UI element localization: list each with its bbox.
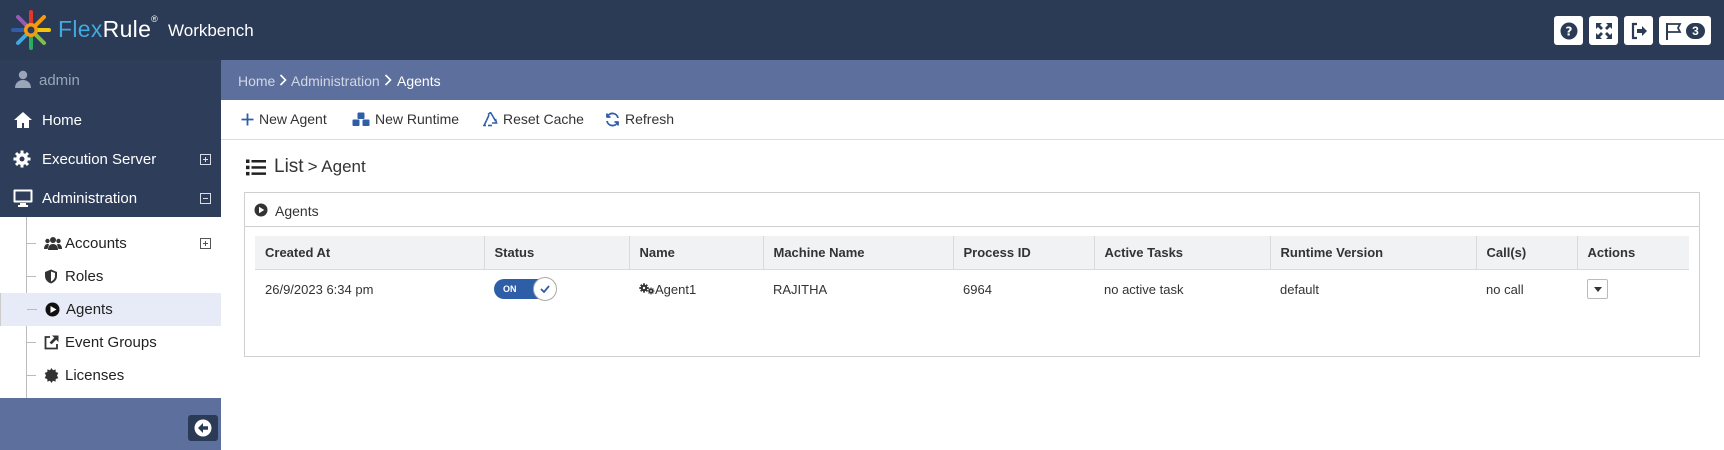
cubes-icon bbox=[352, 112, 370, 126]
process-id-cell: 6964 bbox=[963, 281, 992, 297]
column-header[interactable]: Actions bbox=[1577, 236, 1689, 270]
sign-out-icon bbox=[1631, 22, 1647, 39]
svg-text:?: ? bbox=[1565, 24, 1572, 38]
external-link-icon bbox=[44, 335, 59, 350]
fullscreen-button[interactable] bbox=[1589, 16, 1618, 45]
help-button[interactable]: ? bbox=[1554, 16, 1583, 45]
name-cell: Agent1 bbox=[629, 269, 763, 309]
page-title: List > Agent bbox=[246, 156, 366, 178]
actions-cell bbox=[1577, 269, 1689, 309]
help-icon: ? bbox=[1560, 22, 1577, 39]
column-header[interactable]: Active Tasks bbox=[1094, 236, 1271, 270]
user-icon bbox=[15, 70, 31, 88]
refresh-icon bbox=[606, 112, 619, 126]
column-header[interactable]: Name bbox=[629, 236, 764, 270]
check-icon bbox=[540, 285, 550, 294]
column-header[interactable]: Call(s) bbox=[1476, 236, 1578, 270]
refresh-button[interactable]: Refresh bbox=[605, 111, 674, 127]
breadcrumb-home-link[interactable]: Home bbox=[238, 73, 275, 89]
play-circle-icon bbox=[45, 302, 60, 317]
created-at-cell: 26/9/2023 6:34 pm bbox=[265, 281, 374, 297]
top-bar: FlexRule® Workbench ? 3 bbox=[0, 0, 1724, 60]
active-tasks-cell: no active task bbox=[1104, 281, 1184, 297]
new-runtime-button[interactable]: New Runtime bbox=[352, 111, 459, 127]
sidebar: admin Home Execution Server Administrati… bbox=[0, 60, 221, 450]
table-row: 26/9/2023 6:34 pm ON Agent1 RAJITHA 6964… bbox=[255, 269, 1689, 309]
gear-icon bbox=[13, 150, 31, 168]
expand-execution-server-toggle[interactable] bbox=[200, 154, 211, 165]
column-header[interactable]: Machine Name bbox=[763, 236, 954, 270]
sidebar-item-event-groups[interactable]: Event Groups bbox=[0, 326, 221, 359]
machine-name-cell: RAJITHA bbox=[773, 281, 828, 297]
collapse-sidebar-button[interactable] bbox=[188, 415, 218, 441]
chevron-right-icon bbox=[384, 74, 392, 86]
column-header[interactable]: Process ID bbox=[953, 236, 1095, 270]
monitor-icon bbox=[13, 189, 33, 207]
play-circle-icon bbox=[254, 203, 268, 217]
toggle-knob bbox=[533, 277, 557, 302]
sidebar-item-agents[interactable]: Agents bbox=[0, 293, 221, 326]
sidebar-item-roles[interactable]: Roles bbox=[0, 260, 221, 293]
breadcrumb-administration-link[interactable]: Administration bbox=[291, 73, 380, 89]
expand-icon bbox=[1595, 22, 1612, 39]
column-header[interactable]: Runtime Version bbox=[1270, 236, 1477, 270]
sidebar-item-accounts[interactable]: Accounts bbox=[0, 227, 221, 260]
agent-name-link[interactable]: Agent1 bbox=[655, 282, 696, 297]
arrow-circle-left-icon bbox=[194, 419, 212, 437]
collapse-administration-toggle[interactable] bbox=[200, 193, 211, 204]
logout-button[interactable] bbox=[1624, 16, 1653, 45]
shield-icon bbox=[45, 269, 57, 284]
plus-icon bbox=[241, 113, 254, 125]
users-icon bbox=[44, 237, 62, 250]
new-agent-button[interactable]: New Agent bbox=[241, 111, 327, 127]
breadcrumb: Home Administration Agents bbox=[221, 60, 1724, 100]
list-icon bbox=[246, 159, 266, 175]
brand-name: FlexRule® bbox=[58, 14, 159, 42]
status-toggle[interactable]: ON bbox=[494, 277, 557, 302]
user-info: admin bbox=[0, 60, 221, 100]
agents-panel-header[interactable]: Agents bbox=[245, 193, 1699, 227]
sidebar-item-home[interactable]: Home bbox=[0, 101, 221, 140]
runtime-version-cell: default bbox=[1280, 281, 1320, 297]
sidebar-footer bbox=[0, 398, 221, 450]
flag-icon bbox=[1666, 22, 1682, 40]
toolbar: New Agent New Runtime Reset Cache Refres… bbox=[221, 100, 1724, 140]
flexrule-logo-icon bbox=[11, 10, 51, 50]
user-name: admin bbox=[39, 72, 80, 89]
table-header-row: Created At Status Name Machine Name Proc… bbox=[255, 236, 1689, 270]
gears-icon bbox=[639, 283, 655, 295]
sidebar-item-execution-server[interactable]: Execution Server bbox=[0, 140, 221, 179]
product-name: Workbench bbox=[168, 21, 254, 40]
caret-down-icon bbox=[1593, 286, 1602, 292]
notification-count-badge: 3 bbox=[1686, 22, 1705, 39]
column-header[interactable]: Created At bbox=[255, 236, 485, 270]
status-cell: ON bbox=[484, 269, 629, 309]
sidebar-item-administration[interactable]: Administration bbox=[0, 179, 221, 218]
breadcrumb-current: Agents bbox=[397, 73, 441, 89]
agents-table: Created At Status Name Machine Name Proc… bbox=[255, 236, 1689, 309]
calls-cell: no call bbox=[1486, 281, 1524, 297]
expand-accounts-toggle[interactable] bbox=[200, 238, 211, 249]
chevron-right-icon bbox=[279, 74, 287, 86]
sidebar-item-licenses[interactable]: Licenses bbox=[0, 359, 221, 392]
agents-panel: Agents Created At Status Name Machine Na… bbox=[244, 192, 1700, 357]
column-header[interactable]: Status bbox=[484, 236, 630, 270]
actions-dropdown-button[interactable] bbox=[1587, 279, 1608, 300]
home-icon bbox=[14, 112, 32, 128]
panel-title: Agents bbox=[275, 203, 319, 219]
certificate-icon bbox=[44, 368, 59, 383]
notifications-button[interactable]: 3 bbox=[1659, 16, 1711, 45]
reset-cache-button[interactable]: Reset Cache bbox=[483, 111, 584, 127]
recycle-icon bbox=[483, 111, 498, 126]
